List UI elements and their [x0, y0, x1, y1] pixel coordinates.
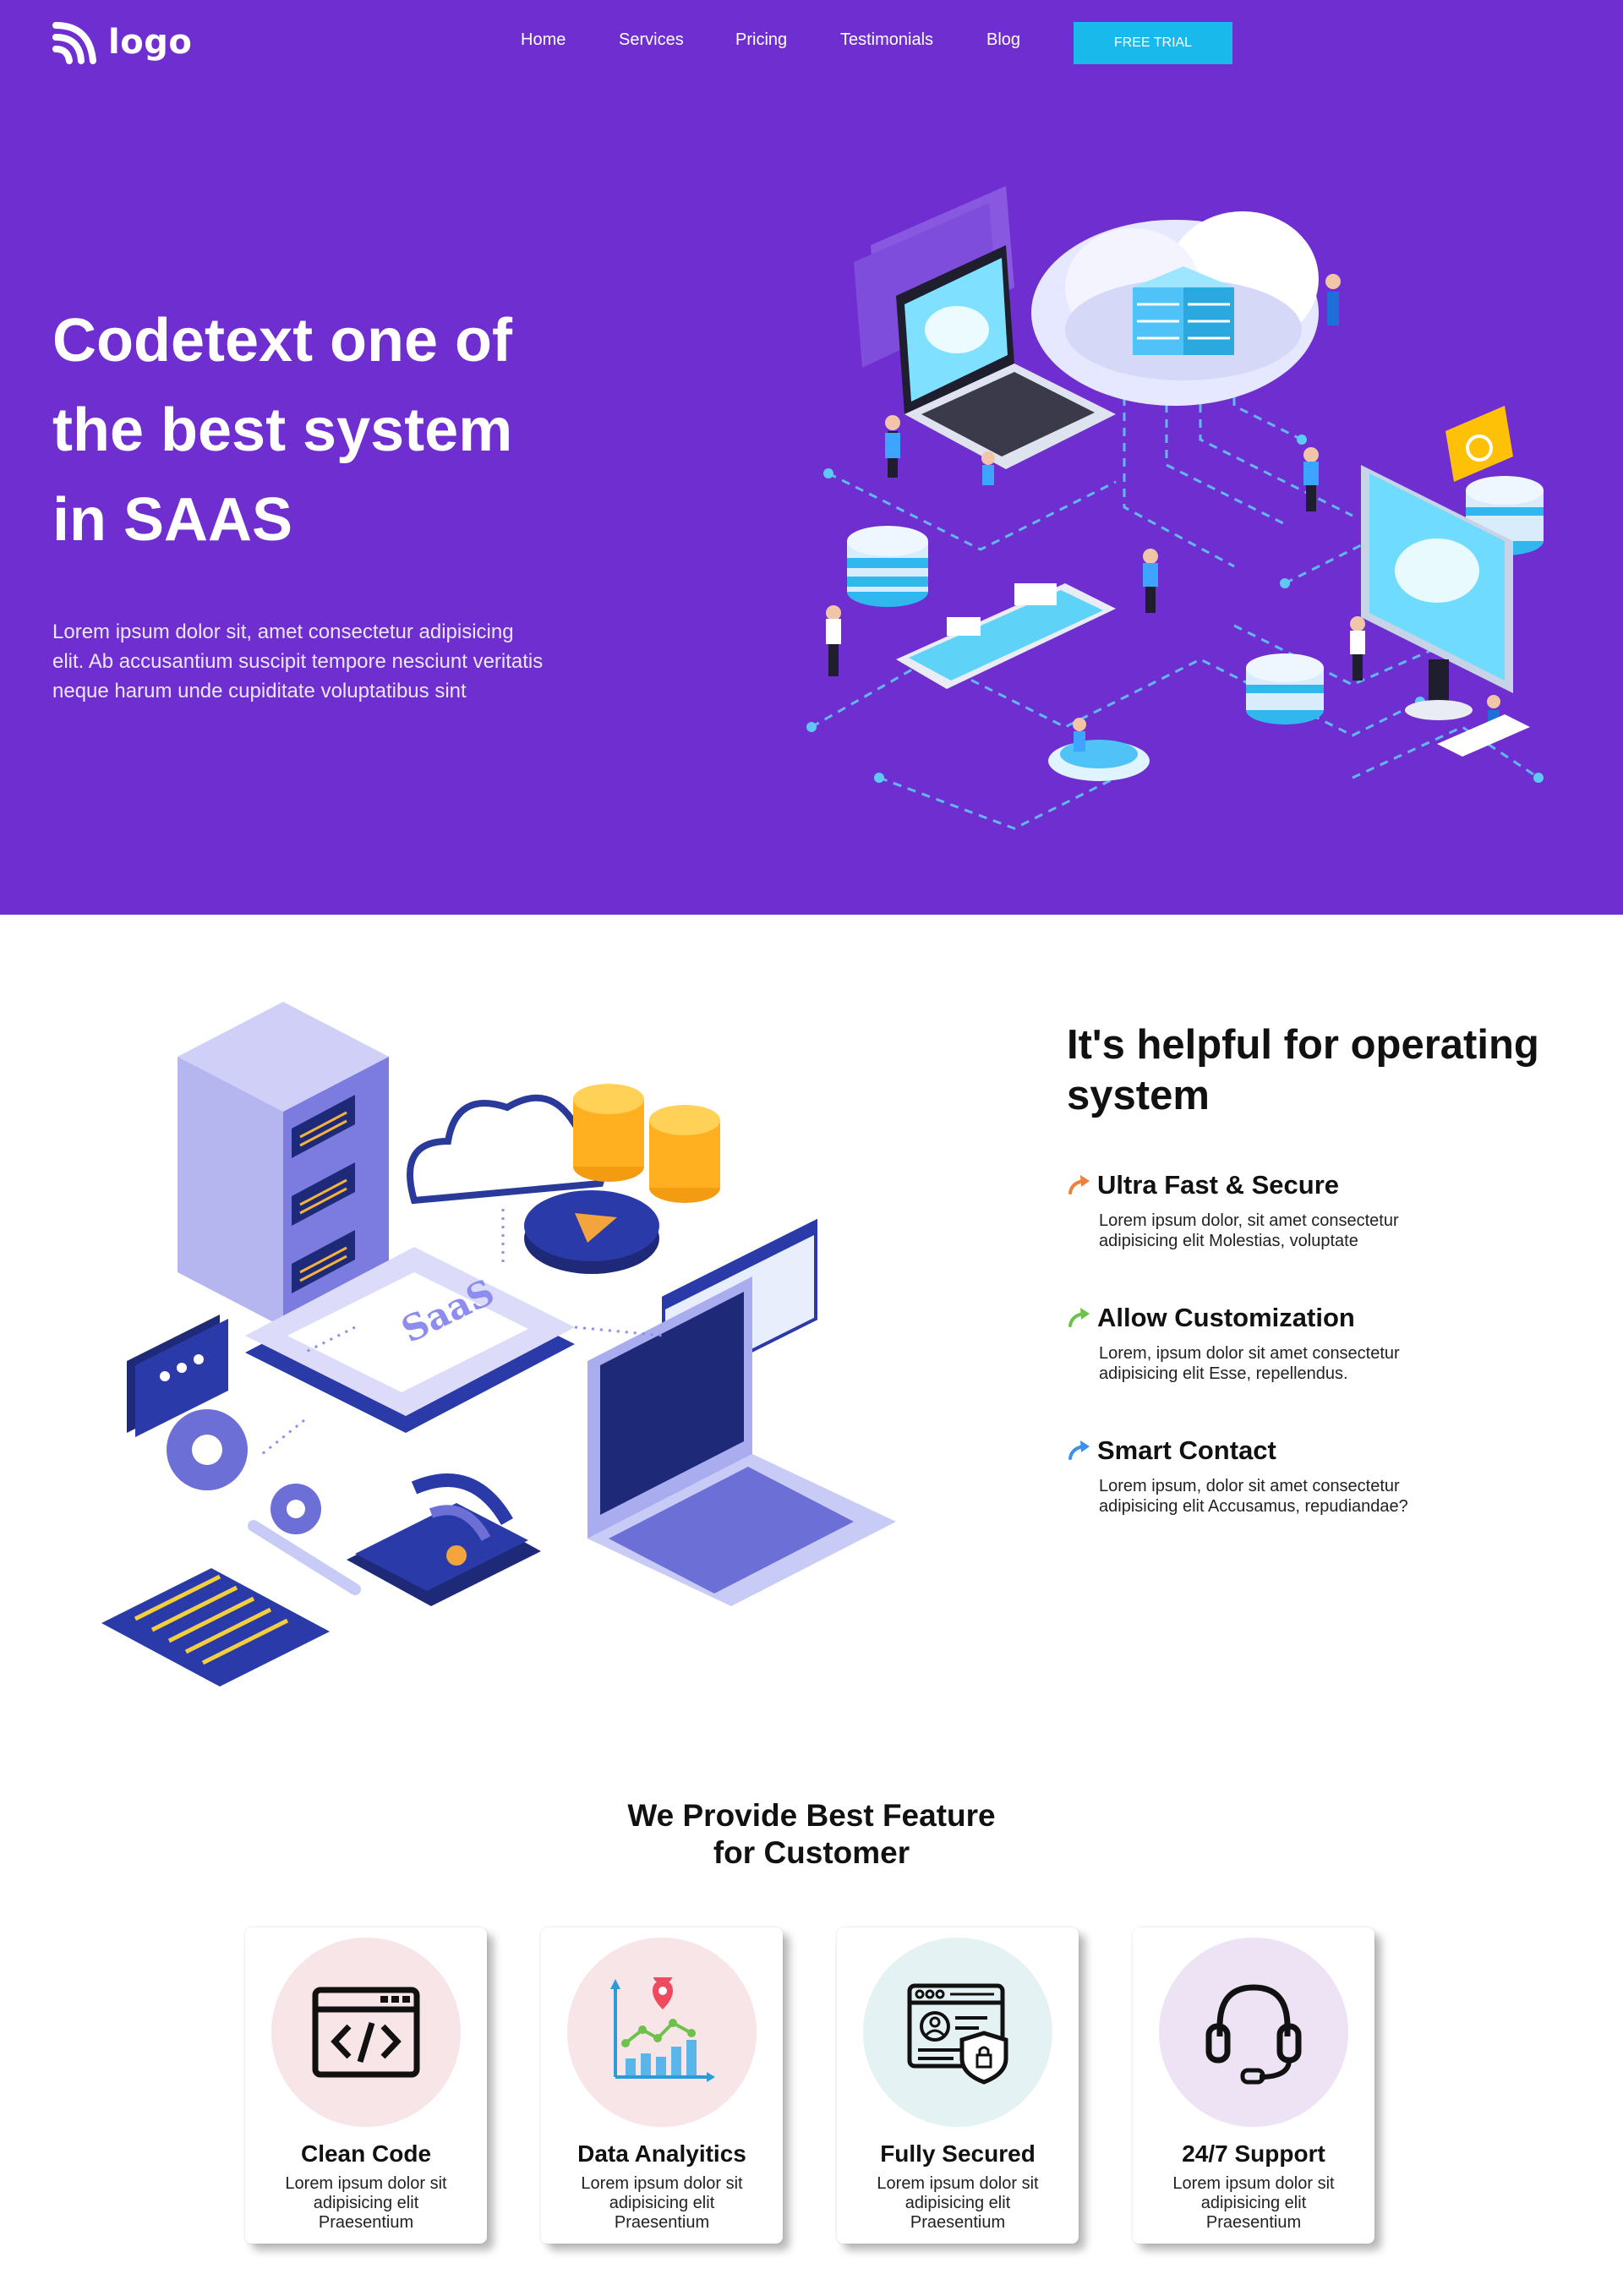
card-description-line: Praesentium: [1205, 2213, 1302, 2232]
card-description-line: Lorem ipsum dolor sit: [1172, 2174, 1335, 2193]
card-description: Lorem ipsum dolor sit adipisicing elit P…: [1158, 2174, 1349, 2233]
feature-title: Smart Contact: [1097, 1435, 1276, 1465]
hero-title-line: Codetext one of: [52, 307, 513, 374]
hero-title-line: in SAAS: [52, 486, 293, 554]
arrow-icon: [1068, 1308, 1090, 1327]
best-title-line: for Customer: [713, 1835, 910, 1870]
feature-card-clean-code[interactable]: Clean Code Lorem ipsum dolor sit adipisi…: [245, 1927, 487, 2244]
free-trial-button[interactable]: FREE TRIAL: [1074, 22, 1232, 64]
card-description: Lorem ipsum dolor sit adipisicing elit P…: [862, 2174, 1053, 2233]
card-description-line: Lorem ipsum dolor sit: [581, 2174, 743, 2193]
feature-item: Ultra Fast & Secure Lorem ipsum dolor, s…: [1067, 1170, 1574, 1251]
card-description-line: adipisicing elit: [904, 2194, 1011, 2212]
card-description-line: Lorem ipsum dolor sit: [285, 2174, 447, 2193]
card-title: Clean Code: [300, 2140, 432, 2167]
hero-section: logo Home Services Pricing Testimonials …: [0, 0, 1623, 915]
card-icon-circle: [271, 1938, 461, 2127]
headset-icon: [1205, 1984, 1302, 2085]
security-shield-icon: [907, 1983, 1008, 2085]
nav-blog[interactable]: Blog: [986, 30, 1020, 50]
card-description-line: adipisicing elit: [1200, 2194, 1307, 2212]
feature-description-line: Lorem ipsum dolor, sit amet consectetur: [1099, 1211, 1399, 1230]
best-title-line: We Provide Best Feature: [627, 1798, 996, 1833]
card-description: Lorem ipsum dolor sit adipisicing elit P…: [566, 2174, 757, 2233]
feature-title: Allow Customization: [1097, 1303, 1355, 1332]
analytics-icon: [610, 1977, 715, 2082]
feature-description-line: Lorem, ipsum dolor sit amet consectetur: [1099, 1344, 1400, 1363]
nav-pricing[interactable]: Pricing: [735, 30, 787, 50]
cloud-network-illustration: [806, 186, 1544, 830]
helpful-section-title: It's helpful for operating system: [1067, 1020, 1591, 1121]
nav-services[interactable]: Services: [619, 30, 684, 50]
card-description-line: adipisicing elit: [609, 2194, 715, 2212]
card-description-line: adipisicing elit: [313, 2194, 419, 2212]
feature-description: Lorem, ipsum dolor sit amet consectetur …: [1099, 1343, 1454, 1384]
card-description: Lorem ipsum dolor sit adipisicing elit P…: [270, 2174, 462, 2233]
feature-card-fully-secured[interactable]: Fully Secured Lorem ipsum dolor sit adip…: [837, 1927, 1079, 2244]
card-description-line: Praesentium: [318, 2213, 414, 2232]
arrow-icon: [1068, 1175, 1090, 1194]
helpful-title-line: It's helpful for operating: [1067, 1022, 1539, 1068]
feature-card-data-analytics[interactable]: Data Analyitics Lorem ipsum dolor sit ad…: [541, 1927, 783, 2244]
hero-description-line: Lorem ipsum dolor sit, amet consectetur …: [52, 620, 514, 643]
card-description-line: Lorem ipsum dolor sit: [877, 2174, 1039, 2193]
feature-title: Ultra Fast & Secure: [1097, 1170, 1339, 1200]
nav-testimonials[interactable]: Testimonials: [840, 30, 933, 50]
feature-description-line: Lorem ipsum, dolor sit amet consectetur: [1099, 1477, 1400, 1495]
feature-card-support[interactable]: 24/7 Support Lorem ipsum dolor sit adipi…: [1133, 1927, 1374, 2244]
arrow-icon: [1068, 1440, 1090, 1460]
feature-item: Smart Contact Lorem ipsum, dolor sit ame…: [1067, 1435, 1574, 1517]
card-icon-circle: [1159, 1938, 1348, 2127]
feature-description-line: adipisicing elit Molestias, voluptate: [1099, 1232, 1358, 1250]
saas-illustration: SaaS: [101, 1002, 896, 1686]
hero-title-line: the best system: [52, 396, 513, 464]
card-title: Data Analyitics: [577, 2140, 746, 2167]
card-description-line: Praesentium: [614, 2213, 710, 2232]
feature-description: Lorem ipsum, dolor sit amet consectetur …: [1099, 1476, 1454, 1517]
card-description-line: Praesentium: [910, 2213, 1006, 2232]
feature-item: Allow Customization Lorem, ipsum dolor s…: [1067, 1303, 1574, 1384]
hero-description-line: neque harum unde cupiditate voluptatibus…: [52, 680, 467, 702]
nav-home[interactable]: Home: [521, 30, 566, 50]
feature-description: Lorem ipsum dolor, sit amet consectetur …: [1099, 1211, 1454, 1251]
best-features-title: We Provide Best Feature for Customer: [473, 1797, 1150, 1872]
card-icon-circle: [863, 1938, 1052, 2127]
card-title: 24/7 Support: [1182, 2140, 1325, 2167]
feature-description-line: adipisicing elit Accusamus, repudiandae?: [1099, 1497, 1408, 1516]
hero-title: Codetext one of the best system in SAAS: [52, 296, 577, 565]
code-icon: [312, 1987, 420, 2078]
card-title: Fully Secured: [880, 2140, 1036, 2167]
feature-description-line: adipisicing elit Esse, repellendus.: [1099, 1364, 1348, 1383]
card-icon-circle: [567, 1938, 757, 2127]
hero-description-line: elit. Ab accusantium suscipit tempore ne…: [52, 650, 544, 673]
helpful-title-line: system: [1067, 1073, 1210, 1118]
main-nav: Home Services Pricing Testimonials Blog: [0, 30, 1623, 56]
hero-description: Lorem ipsum dolor sit, amet consectetur …: [52, 617, 585, 706]
